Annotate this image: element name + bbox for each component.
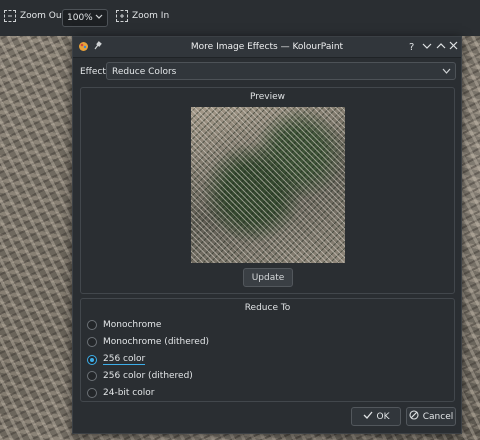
option-label: Monochrome xyxy=(103,320,162,330)
option-24-bit-color[interactable]: 24-bit color xyxy=(87,388,154,398)
option-label: 256 color (dithered) xyxy=(103,371,193,381)
cancel-button[interactable]: Cancel xyxy=(406,407,456,426)
option-monochrome-dithered[interactable]: Monochrome (dithered) xyxy=(87,337,209,347)
checkmark-icon xyxy=(363,410,373,423)
option-monochrome[interactable]: Monochrome xyxy=(87,320,161,330)
zoom-in-label: Zoom In xyxy=(132,11,170,21)
effect-select-value: Reduce Colors xyxy=(112,67,177,77)
effect-label: Effect: xyxy=(80,67,109,77)
option-256-color-dithered[interactable]: 256 color (dithered) xyxy=(87,371,193,381)
svg-text:?: ? xyxy=(409,42,414,52)
zoom-level-select[interactable]: 100% xyxy=(62,9,108,27)
zoom-in-button[interactable]: Zoom In xyxy=(116,10,169,22)
radio-button[interactable] xyxy=(87,337,97,347)
option-256-color[interactable]: 256 color xyxy=(87,354,146,365)
radio-button-checked[interactable] xyxy=(87,354,97,365)
dialog-titlebar[interactable]: More Image Effects — KolourPaint ? xyxy=(73,37,461,58)
close-icon[interactable] xyxy=(448,40,460,52)
cancel-label: Cancel xyxy=(422,411,454,422)
cancel-icon xyxy=(409,410,419,423)
radio-button[interactable] xyxy=(87,388,97,398)
ok-button[interactable]: OK xyxy=(351,407,401,426)
zoom-out-button[interactable]: Zoom Out xyxy=(4,10,65,22)
minimize-icon[interactable] xyxy=(421,40,433,52)
effect-select[interactable]: Reduce Colors xyxy=(106,62,456,80)
preview-image xyxy=(191,107,345,263)
zoom-in-icon xyxy=(116,10,128,22)
reduce-to-title: Reduce To xyxy=(244,303,291,313)
radio-button[interactable] xyxy=(87,371,97,381)
update-button[interactable]: Update xyxy=(243,268,293,287)
ok-label: OK xyxy=(376,411,390,422)
zoom-level-value: 100% xyxy=(67,13,93,23)
maximize-icon[interactable] xyxy=(435,40,447,52)
main-toolbar: Zoom Out 100% Zoom In xyxy=(0,0,480,37)
option-label: 24-bit color xyxy=(103,388,155,398)
more-image-effects-dialog: More Image Effects — KolourPaint ? Effec… xyxy=(72,36,462,434)
preview-group: Preview Update xyxy=(80,87,455,294)
zoom-out-label: Zoom Out xyxy=(20,11,66,21)
chevron-down-icon xyxy=(442,66,451,79)
chevron-down-icon xyxy=(95,12,103,25)
option-label: Monochrome (dithered) xyxy=(103,337,210,347)
preview-title: Preview xyxy=(249,92,286,102)
reduce-to-group: Reduce To Monochrome Monochrome (dithere… xyxy=(80,298,455,402)
help-icon[interactable]: ? xyxy=(407,40,419,53)
dialog-title: More Image Effects — KolourPaint xyxy=(190,42,344,52)
zoom-out-icon xyxy=(4,10,16,22)
radio-button[interactable] xyxy=(87,320,97,330)
option-label: 256 color xyxy=(103,354,146,365)
